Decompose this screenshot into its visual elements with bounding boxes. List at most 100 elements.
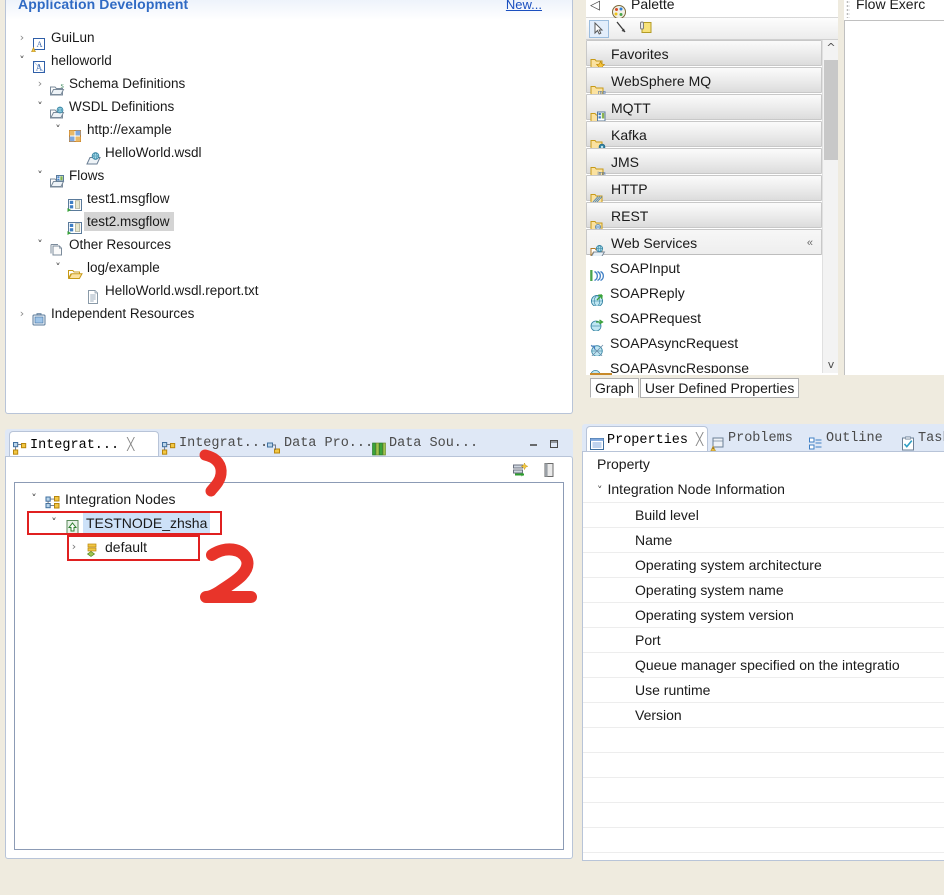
- properties-row[interactable]: Operating system name: [583, 577, 944, 602]
- connect-integration-node-icon[interactable]: [512, 461, 530, 479]
- palette-bottom-tabs[interactable]: GraphUser Defined Properties: [586, 375, 838, 397]
- application-development-tree[interactable]: ›AGuiLun˅Ahelloworld›SSchema Definitions…: [6, 20, 572, 413]
- maximize-button[interactable]: [547, 437, 561, 449]
- palette-item-label: SOAPAsyncRequest: [610, 335, 738, 351]
- palette-item[interactable]: SOAPInput: [586, 256, 822, 281]
- properties-tabbar[interactable]: Properties ╳ ProblemsOutlineTask: [582, 424, 944, 451]
- integration-tree-item-label: TESTNODE_zhsha: [83, 511, 210, 535]
- twisty-collapsed-icon[interactable]: ›: [14, 302, 30, 325]
- drag-handle-dots[interactable]: [846, 0, 850, 18]
- palette-drawer-list[interactable]: FavoritesmqWebSphere MQMQTTKafkajmsJMSHT…: [586, 40, 822, 373]
- integration-tree-item[interactable]: ›default: [15, 535, 563, 559]
- twisty-collapsed-icon[interactable]: ›: [65, 535, 83, 559]
- view-tab[interactable]: Outline: [806, 427, 898, 451]
- palette-item[interactable]: SOAPRequest: [586, 306, 822, 331]
- view-tab[interactable]: Data Pro...: [264, 432, 369, 456]
- palette-item[interactable]: SOAPAsyncRequest: [586, 331, 822, 356]
- palette-drawer[interactable]: REST: [586, 202, 822, 228]
- tree-item[interactable]: test2.msgflow: [6, 210, 572, 233]
- tree-item-icon: [84, 144, 102, 162]
- tree-item[interactable]: ˅http://example: [6, 118, 572, 141]
- palette-drawer[interactable]: MQTT: [586, 94, 822, 120]
- tree-item[interactable]: ›Independent Resources: [6, 302, 572, 325]
- twisty-collapsed-icon[interactable]: ›: [32, 72, 48, 95]
- palette-item-label: SOAPAsyncResponse: [610, 360, 749, 373]
- properties-row[interactable]: Build level: [583, 502, 944, 527]
- palette-drawer[interactable]: Favorites: [586, 40, 822, 66]
- view-tab[interactable]: Integrat...╳: [9, 431, 159, 456]
- integration-nodes-tree[interactable]: ˅Integration Nodes˅ TESTNODE_zhsha›defaul…: [14, 482, 564, 850]
- tree-item[interactable]: ˅Flows: [6, 164, 572, 187]
- twisty-expanded-icon[interactable]: ˅: [597, 484, 603, 497]
- properties-row[interactable]: Queue manager specified on the integrati…: [583, 652, 944, 677]
- twisty-expanded-icon[interactable]: ˅: [32, 164, 48, 187]
- properties-row[interactable]: Version: [583, 702, 944, 727]
- integration-nodes-tabbar[interactable]: Integrat...╳Integrat...Data Pro...Data S…: [5, 429, 573, 456]
- palette-scrollbar-thumb[interactable]: [824, 60, 838, 160]
- tree-item[interactable]: ˅WSDL Definitions: [6, 95, 572, 118]
- tree-item-label: test1.msgflow: [84, 187, 170, 210]
- view-window-buttons[interactable]: [527, 437, 567, 451]
- soapasyncresponse-icon: [589, 360, 605, 373]
- properties-table[interactable]: Property˅Integration Node InformationBui…: [583, 452, 944, 860]
- palette-tab[interactable]: User Defined Properties: [640, 378, 799, 398]
- palette-drawer[interactable]: HTTP: [586, 175, 822, 201]
- twisty-expanded-icon[interactable]: ˅: [50, 256, 66, 279]
- view-tab[interactable]: Task: [898, 427, 944, 451]
- view-tab[interactable]: Integrat...: [159, 432, 264, 456]
- tree-item[interactable]: ˅Ahelloworld: [6, 49, 572, 72]
- tree-item[interactable]: ›SSchema Definitions: [6, 72, 572, 95]
- note-tool-icon[interactable]: [637, 20, 657, 38]
- close-tab-icon[interactable]: ╳: [127, 437, 134, 451]
- palette-item[interactable]: SOAPAsyncResponse: [586, 356, 822, 373]
- properties-row[interactable]: Operating system architecture: [583, 552, 944, 577]
- tree-item[interactable]: ˅log/example: [6, 256, 572, 279]
- tree-item[interactable]: ›AGuiLun: [6, 26, 572, 49]
- tree-item[interactable]: ˅Other Resources: [6, 233, 572, 256]
- integration-tree-item[interactable]: ˅Integration Nodes: [15, 487, 563, 511]
- tree-item[interactable]: test1.msgflow: [6, 187, 572, 210]
- view-tab[interactable]: Properties ╳: [586, 426, 708, 451]
- twisty-expanded-icon[interactable]: ˅: [25, 487, 43, 511]
- collapse-palette-icon[interactable]: ◁: [590, 0, 600, 13]
- view-tab-label: Properties: [607, 433, 688, 448]
- tree-item[interactable]: HelloWorld.wsdl.report.txt: [6, 279, 572, 302]
- properties-row[interactable]: Port: [583, 627, 944, 652]
- pin-drawer-icon[interactable]: «: [807, 230, 813, 256]
- scroll-up-icon[interactable]: ^: [823, 40, 839, 56]
- properties-row[interactable]: Operating system version: [583, 602, 944, 627]
- palette-title: Palette: [631, 0, 675, 12]
- palette-tab[interactable]: Graph: [590, 378, 639, 398]
- close-tab-icon[interactable]: ╳: [696, 432, 703, 446]
- properties-group-row[interactable]: ˅ Integration Node Information: [583, 477, 944, 502]
- minimize-button[interactable]: [527, 437, 541, 449]
- flow-exerciser-label: Flow Exerc: [856, 0, 925, 12]
- palette-drawer[interactable]: Kafka: [586, 121, 822, 147]
- palette-scrollbar[interactable]: ^ v: [822, 40, 838, 373]
- properties-row[interactable]: Use runtime: [583, 677, 944, 702]
- view-tab[interactable]: Problems: [708, 427, 806, 451]
- palette-drawer[interactable]: jmsJMS: [586, 148, 822, 174]
- twisty-expanded-icon[interactable]: ˅: [14, 49, 30, 72]
- select-tool-icon[interactable]: [589, 20, 609, 38]
- twisty-expanded-icon[interactable]: ˅: [32, 233, 48, 256]
- twisty-expanded-icon[interactable]: ˅: [45, 511, 63, 535]
- view-menu-icon[interactable]: [540, 461, 558, 479]
- new-link[interactable]: New...: [506, 0, 542, 12]
- palette-drawer[interactable]: Web Services«: [586, 229, 822, 255]
- flow-exerciser-canvas[interactable]: [844, 20, 944, 375]
- properties-group-label: Integration Node Information: [608, 481, 785, 497]
- palette-item[interactable]: SOAPReply: [586, 281, 822, 306]
- palette-view: ◁ Palette: [586, 0, 838, 375]
- twisty-expanded-icon[interactable]: ˅: [50, 118, 66, 141]
- scroll-down-icon[interactable]: v: [823, 357, 839, 373]
- palette-drawer[interactable]: mqWebSphere MQ: [586, 67, 822, 93]
- twisty-expanded-icon[interactable]: ˅: [32, 95, 48, 118]
- view-tab[interactable]: Data Sou...: [369, 432, 474, 456]
- twisty-collapsed-icon[interactable]: ›: [14, 26, 30, 49]
- integration-tree-item[interactable]: ˅ TESTNODE_zhsha: [15, 511, 563, 535]
- connection-tool-icon[interactable]: [613, 20, 633, 38]
- integration-node-icon: [65, 519, 81, 535]
- properties-row[interactable]: Name: [583, 527, 944, 552]
- tree-item[interactable]: HelloWorld.wsdl: [6, 141, 572, 164]
